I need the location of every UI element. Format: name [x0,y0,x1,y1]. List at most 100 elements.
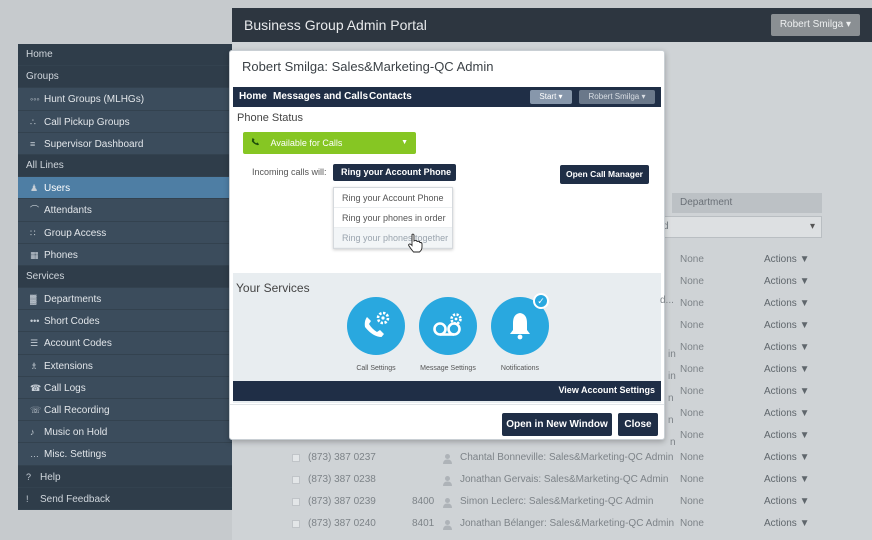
notifications-label: Notifications [500,365,540,372]
footer-divider [230,404,664,405]
sidebar-item-group-access[interactable]: ∷ Group Access [18,222,232,244]
sidebar-item-label: Departments [44,294,102,306]
actions-dropdown[interactable]: Actions ▼ [764,294,809,314]
actions-dropdown[interactable]: Actions ▼ [764,250,809,270]
view-account-settings-link[interactable]: View Account Settings [558,385,655,395]
sidebar-item-label: Group Access [44,227,107,239]
department-column-header[interactable]: Department [672,193,822,213]
start-button[interactable]: Start ▾ [530,90,572,104]
sidebar-item-all-lines[interactable]: All Lines [18,154,232,178]
incoming-calls-label: Incoming calls will: [252,167,327,177]
department-value: None [680,320,704,331]
truncated-cell-text: n [668,393,674,404]
sidebar-item-label: All Lines [26,159,64,171]
actions-dropdown[interactable]: Actions ▼ [764,514,809,534]
sidebar-item-hunt-groups-mlhgs[interactable]: ◦◦◦ Hunt Groups (MLHGs) [18,88,232,111]
avatar-icon [442,518,453,530]
actions-dropdown[interactable]: Actions ▼ [764,470,809,490]
sidebar-item-label: Services [26,270,65,282]
sidebar-item-label: Users [44,183,71,195]
phone-status-label: Phone Status [237,112,304,124]
sidebar-item-label: Attendants [44,205,92,217]
sidebar-item-label: Call Logs [44,382,86,394]
department-value: None [680,496,704,507]
user-name[interactable]: Jonathan Gervais: Sales&Marketing-QC Adm… [460,470,668,490]
department-value: None [680,408,704,419]
open-in-new-window-button[interactable]: Open in New Window [502,413,612,436]
ring-option-account-phone[interactable]: Ring your Account Phone [334,188,452,208]
inner-user-button[interactable]: Robert Smilga ▾ [579,90,655,104]
phone-number: (873) 387 0239 [308,496,376,507]
avatar-icon [442,496,453,508]
sidebar-item-call-pickup-groups[interactable]: ∴ Call Pickup Groups [18,111,232,133]
user-menu-button[interactable]: Robert Smilga ▾ [770,14,860,36]
extension: 8401 [412,518,435,529]
nav-contacts[interactable]: Contacts [369,91,412,102]
sidebar-item-users[interactable]: ♟ Users [18,177,232,200]
chevron-down-icon: ▾ [809,221,815,232]
sidebar-item-departments[interactable]: ▓ Departments [18,288,232,311]
user-name[interactable]: Chantal Bonneville: Sales&Marketing-QC A… [460,448,673,468]
user-name[interactable]: Simon Leclerc: Sales&Marketing-QC Admin [460,492,653,512]
sidebar-item-extensions[interactable]: ♗ Extensions [18,355,232,377]
message-settings-icon[interactable] [419,297,477,355]
actions-dropdown[interactable]: Actions ▼ [764,426,809,446]
row-checkbox[interactable] [292,520,300,528]
group-access-icon: ∷ [30,227,36,238]
dashboard-icon: ≡ [30,138,36,149]
sidebar-item-short-codes[interactable]: ••• Short Codes [18,310,232,333]
modal-title: Robert Smilga: Sales&Marketing-QC Admin [242,59,494,74]
nav-messages-and-calls[interactable]: Messages and Calls [273,91,368,102]
open-call-manager-button[interactable]: Open Call Manager [560,165,649,184]
row-checkbox[interactable] [292,498,300,506]
close-button[interactable]: Close [618,413,658,436]
ring-mode-menu: Ring your Account Phone Ring your phones… [333,187,453,249]
actions-dropdown[interactable]: Actions ▼ [764,360,809,380]
call-settings-icon[interactable] [347,297,405,355]
sidebar-item-supervisor-dashboard[interactable]: ≡ Supervisor Dashboard [18,133,232,155]
account-settings-bar: View Account Settings [233,381,661,401]
sidebar-item-account-codes[interactable]: ☰ Account Codes [18,332,232,355]
avatar-icon [442,474,453,486]
sidebar-item-misc-settings[interactable]: … Misc. Settings [18,443,232,466]
sidebar: Home Groups ◦◦◦ Hunt Groups (MLHGs) ∴ Call Pi… [18,44,232,510]
department-value: None [680,276,704,287]
actions-dropdown[interactable]: Actions ▼ [764,404,809,424]
actions-dropdown[interactable]: Actions ▼ [764,316,809,336]
actions-dropdown[interactable]: Actions ▼ [764,382,809,402]
sidebar-item-home[interactable]: Home [18,44,232,67]
avatar-icon [442,452,453,464]
sidebar-item-label: Groups [26,71,59,83]
sidebar-item-call-recording[interactable]: ☏ Call Recording [18,399,232,422]
nav-home[interactable]: Home [239,91,267,102]
actions-dropdown[interactable]: Actions ▼ [764,448,809,468]
ring-option-in-order[interactable]: Ring your phones in order [334,208,452,228]
table-row: (873) 387 0237 Chantal Bonneville: Sales&… [232,448,872,468]
user-name[interactable]: Jonathan Bélanger: Sales&Marketing-QC Ad… [460,514,674,534]
actions-dropdown[interactable]: Actions ▼ [764,338,809,358]
your-services-label: Your Services [236,281,310,295]
sidebar-item-groups[interactable]: Groups [18,66,232,89]
department-filter[interactable]: d ▾ [656,216,822,238]
phone-status-dropdown[interactable]: Available for Calls ▼ [243,132,416,154]
row-checkbox[interactable] [292,454,300,462]
short-codes-icon: ••• [30,316,40,327]
table-row: (873) 387 0239 8400 Simon Leclerc: Sales&M… [232,492,872,512]
actions-dropdown[interactable]: Actions ▼ [764,272,809,292]
sidebar-item-help[interactable]: ? Help [18,465,232,488]
ring-mode-select[interactable]: Ring your Account Phone [333,164,456,181]
sidebar-item-send-feedback[interactable]: ! Send Feedback [18,487,232,510]
actions-dropdown[interactable]: Actions ▼ [764,492,809,512]
account-codes-icon: ☰ [30,338,39,349]
sidebar-item-services[interactable]: Services [18,265,232,289]
sidebar-item-call-logs[interactable]: ☎ Call Logs [18,377,232,399]
department-value: None [680,518,704,529]
phone-number: (873) 387 0240 [308,518,376,529]
row-checkbox[interactable] [292,476,300,484]
sidebar-item-music-on-hold[interactable]: ♪ Music on Hold [18,421,232,444]
sidebar-item-attendants[interactable]: ⌒ Attendants [18,199,232,222]
sidebar-item-phones[interactable]: ▦ Phones [18,244,232,266]
truncated-cell-text: in [668,371,676,382]
ring-option-together[interactable]: Ring your phones together [334,228,452,248]
pickup-groups-icon: ∴ [30,116,36,127]
